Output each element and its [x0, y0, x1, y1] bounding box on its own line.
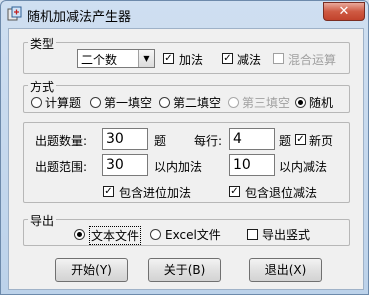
mode-label-fill2: 第二填空 [173, 96, 222, 110]
radio-selected-dot [77, 232, 82, 237]
exit-button[interactable]: 退出(X) [249, 258, 322, 282]
export-label-text: 文本文件 [89, 226, 142, 245]
mode-label-fill3: 第三填空 [242, 96, 291, 110]
mode-radio-fill2[interactable] [159, 97, 170, 108]
mode-label-fill1: 第一填空 [104, 96, 153, 110]
per-row-label: 每行: [194, 134, 223, 148]
add-checkbox[interactable]: ✓ [163, 53, 174, 64]
operand-count-select[interactable]: 二个数 ▼ [77, 49, 155, 68]
count-input[interactable]: 30 [102, 128, 148, 150]
close-icon: ✕ [338, 4, 350, 19]
add-label: 加法 [179, 53, 204, 67]
mixed-label: 混合运算 [288, 53, 337, 67]
operand-count-value: 二个数 [81, 53, 118, 67]
sub-range-unit: 以内减法 [279, 160, 328, 174]
mode-radio-random[interactable] [295, 97, 306, 108]
mode-radio-fill1[interactable] [90, 97, 101, 108]
sub-range-input[interactable]: 10 [229, 154, 275, 176]
title-bar[interactable]: 随机加减法产生器 ✕ [1, 1, 368, 28]
app-window: 随机加减法产生器 ✕ 类型 二个数 ▼ ✓ 加法 ✓ 减法 混合运算 方式 计算… [0, 0, 369, 295]
chevron-down-icon[interactable]: ▼ [138, 50, 154, 67]
per-row-unit: 题 [279, 134, 292, 148]
export-label-excel: Excel文件 [165, 228, 221, 242]
sub-label: 减法 [237, 53, 262, 67]
borrow-label: 包含退位减法 [245, 186, 318, 200]
window-title: 随机加减法产生器 [27, 10, 132, 25]
carry-label: 包含进位加法 [119, 186, 192, 200]
mode-radio-calc[interactable] [31, 97, 42, 108]
vertical-label: 导出竖式 [262, 228, 311, 242]
export-radio-text[interactable] [74, 229, 85, 240]
close-button[interactable]: ✕ [323, 2, 365, 21]
mode-label-calc: 计算题 [45, 96, 82, 110]
add-range-unit: 以内加法 [154, 160, 203, 174]
count-unit: 题 [154, 134, 167, 148]
vertical-checkbox[interactable] [247, 229, 258, 240]
mode-radio-fill3 [228, 97, 239, 108]
per-row-input[interactable]: 4 [229, 128, 275, 150]
new-page-checkbox[interactable]: ✓ [295, 134, 306, 145]
range-label: 出题范围: [35, 160, 88, 174]
about-button[interactable]: 关于(B) [148, 258, 221, 282]
carry-checkbox[interactable]: ✓ [103, 186, 114, 197]
type-group-label: 类型 [28, 35, 57, 52]
start-button[interactable]: 开始(Y) [55, 258, 128, 282]
mode-label-random: 随机 [309, 96, 334, 110]
count-label: 出题数量: [35, 134, 88, 148]
borrow-checkbox[interactable]: ✓ [229, 186, 240, 197]
sub-checkbox[interactable]: ✓ [222, 53, 233, 64]
new-page-label: 新页 [309, 134, 334, 148]
export-radio-excel[interactable] [150, 229, 161, 240]
export-group-label: 导出 [28, 212, 57, 229]
add-range-input[interactable]: 30 [102, 154, 148, 176]
app-icon [7, 6, 22, 21]
radio-selected-dot [298, 100, 303, 105]
mode-group-label: 方式 [28, 78, 57, 95]
mixed-checkbox [273, 53, 284, 64]
client-area: 类型 二个数 ▼ ✓ 加法 ✓ 减法 混合运算 方式 计算题 第一填空 第二填空… [8, 28, 364, 290]
